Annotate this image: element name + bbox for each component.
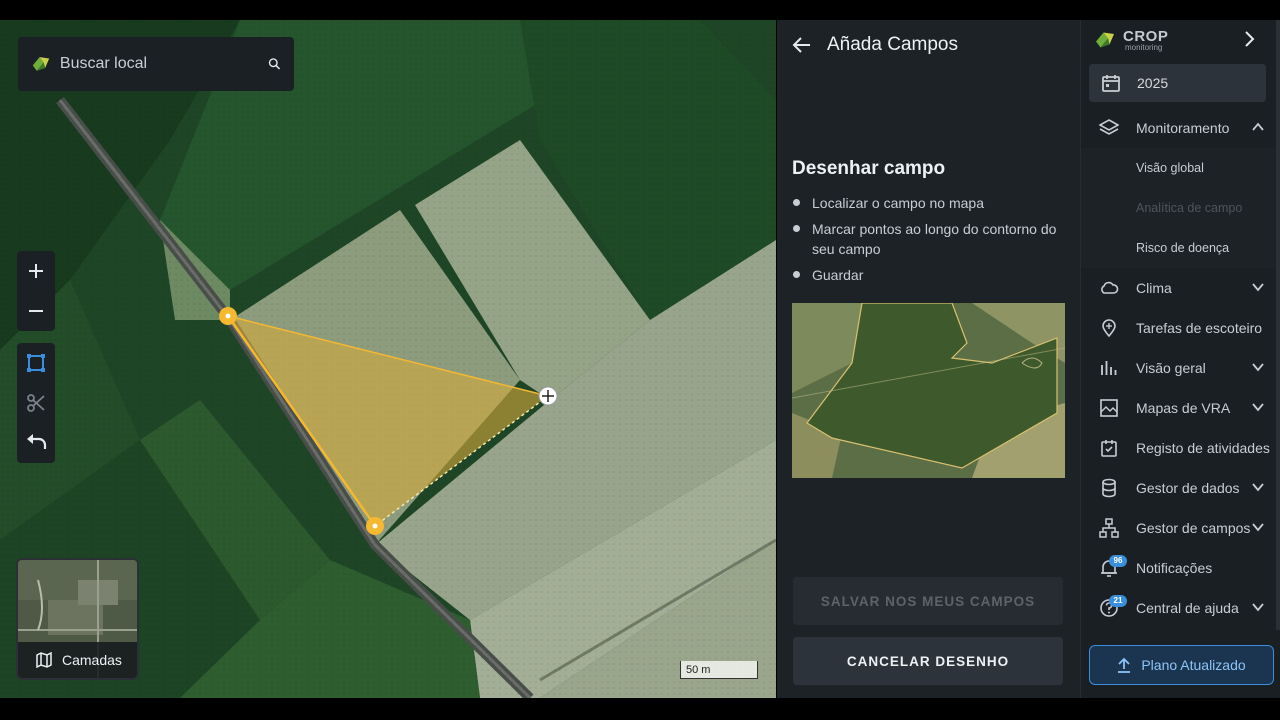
sidebar-item-label: Gestor de campos — [1136, 520, 1251, 536]
sidebar-item-label: Mapas de VRA — [1136, 400, 1231, 416]
panel-header: Añada Campos — [777, 20, 1080, 70]
brand-name: CROP — [1123, 27, 1169, 45]
layers-button[interactable]: Camadas — [16, 558, 139, 680]
sidebar-item-notificacoes[interactable]: 96 Notificações — [1081, 548, 1280, 588]
map-icon — [36, 652, 52, 668]
undo-icon — [27, 434, 47, 449]
sidebar-scrollbar[interactable] — [1276, 20, 1280, 630]
instruction-item: Marcar pontos ao longo do contorno do se… — [792, 219, 1067, 259]
sidebar-item-registo-atividades[interactable]: Registo de atividades — [1081, 428, 1280, 468]
instruction-list: Localizar o campo no mapa Marcar pontos … — [792, 193, 1067, 291]
bar-chart-icon — [1101, 361, 1117, 375]
draw-field-title: Desenhar campo — [792, 158, 946, 179]
arrow-left-icon[interactable] — [791, 34, 813, 56]
sidebar-item-mapas-vra[interactable]: Mapas de VRA — [1081, 388, 1280, 428]
layers-text: Camadas — [62, 652, 122, 668]
sidebar-item-label: Gestor de dados — [1136, 480, 1240, 496]
sidebar-item-gestor-dados[interactable]: Gestor de dados — [1081, 468, 1280, 508]
sidebar-item-label: Monitoramento — [1136, 120, 1230, 136]
cut-button[interactable] — [17, 383, 55, 423]
help-badge: 21 — [1109, 595, 1127, 607]
sidebar-subitem-visao-global[interactable]: Visão global — [1081, 148, 1280, 188]
chevron-down-icon — [1252, 483, 1264, 492]
map-view[interactable]: Camadas 50 m — [0, 20, 776, 698]
letterbox-bottom — [0, 698, 1280, 720]
zoom-in-button[interactable] — [17, 251, 55, 291]
season-year: 2025 — [1137, 75, 1169, 91]
monitoring-submenu: Visão global Analítica de campo Risco de… — [1081, 148, 1280, 268]
sidebar: CROP monitoring 2025 Monitoramento Visão… — [1080, 20, 1280, 698]
sidebar-item-gestor-campos[interactable]: Gestor de campos — [1081, 508, 1280, 548]
plus-icon — [29, 264, 43, 278]
minus-icon — [29, 310, 43, 312]
chevron-down-icon — [1252, 603, 1264, 612]
search-box[interactable] — [18, 37, 294, 91]
sidebar-item-label: Notificações — [1136, 560, 1213, 576]
crop-logo-icon — [1096, 32, 1114, 48]
sidebar-subitem-risco[interactable]: Risco de doença — [1081, 228, 1280, 268]
notification-badge: 96 — [1109, 555, 1127, 567]
add-fields-panel: Añada Campos Desenhar campo Localizar o … — [777, 20, 1080, 698]
search-icon[interactable] — [267, 53, 282, 75]
sidebar-item-visao-geral[interactable]: Visão geral — [1081, 348, 1280, 388]
sidebar-item-clima[interactable]: Clima — [1081, 268, 1280, 308]
sidebar-item-label: Tarefas de escoteiro — [1136, 320, 1263, 336]
search-input[interactable] — [59, 55, 267, 73]
draw-controls — [17, 343, 55, 463]
sidebar-item-monitoramento[interactable]: Monitoramento — [1081, 108, 1280, 148]
cancel-drawing-button[interactable]: CANCELAR DESENHO — [793, 637, 1063, 685]
calendar-icon — [1102, 75, 1120, 92]
polygon-icon — [27, 354, 45, 372]
app-root: Camadas 50 m Añada Campos Desenhar campo… — [0, 0, 1280, 720]
brand: CROP monitoring — [1081, 20, 1280, 60]
chevron-up-icon — [1252, 122, 1264, 131]
sidebar-nav: Monitoramento Visão global Analítica de … — [1081, 108, 1280, 628]
upgrade-plan-label: Plano Atualizado — [1141, 657, 1246, 673]
letterbox-top — [0, 0, 1280, 20]
sidebar-item-label: Registo de atividades — [1136, 440, 1270, 456]
sidebar-subitem-analitica: Analítica de campo — [1136, 201, 1243, 215]
upgrade-plan-button[interactable]: Plano Atualizado — [1089, 645, 1274, 685]
layers-icon — [1099, 119, 1119, 135]
sidebar-item-label: Central de ajuda — [1136, 600, 1239, 616]
database-icon — [1102, 478, 1116, 498]
image-map-icon — [1100, 399, 1118, 417]
season-selector[interactable]: 2025 — [1089, 64, 1266, 102]
cloud-icon — [1101, 281, 1119, 294]
undo-button[interactable] — [17, 423, 55, 463]
chevron-down-icon — [1252, 363, 1264, 372]
sidebar-item-label: Clima — [1136, 280, 1172, 296]
upload-arrow-icon — [1118, 657, 1131, 673]
example-image — [792, 303, 1065, 478]
chevron-down-icon — [1252, 523, 1264, 532]
brand-subtitle: monitoring — [1125, 42, 1163, 52]
zoom-out-button[interactable] — [17, 291, 55, 331]
calendar-check-icon — [1101, 440, 1117, 457]
hierarchy-icon — [1099, 518, 1119, 538]
chevron-right-icon[interactable] — [1239, 29, 1259, 49]
pin-icon — [1102, 319, 1116, 338]
draw-polygon-button[interactable] — [17, 343, 55, 383]
chevron-down-icon — [1252, 403, 1264, 412]
chevron-down-icon — [1252, 283, 1264, 292]
crop-logo-icon — [32, 57, 50, 71]
zoom-controls — [17, 251, 55, 331]
panel-title: Añada Campos — [827, 34, 958, 55]
sidebar-item-label: Visão geral — [1136, 360, 1206, 376]
layers-label: Camadas — [18, 642, 137, 678]
scale-bar: 50 m — [680, 661, 758, 679]
instruction-item: Localizar o campo no mapa — [792, 193, 1067, 213]
sidebar-item-central-ajuda[interactable]: 21 Central de ajuda — [1081, 588, 1280, 628]
save-fields-button[interactable]: SALVAR NOS MEUS CAMPOS — [793, 577, 1063, 625]
instruction-item: Guardar — [792, 265, 1067, 285]
scissors-icon — [27, 394, 45, 412]
sidebar-item-tarefas[interactable]: Tarefas de escoteiro — [1081, 308, 1280, 348]
